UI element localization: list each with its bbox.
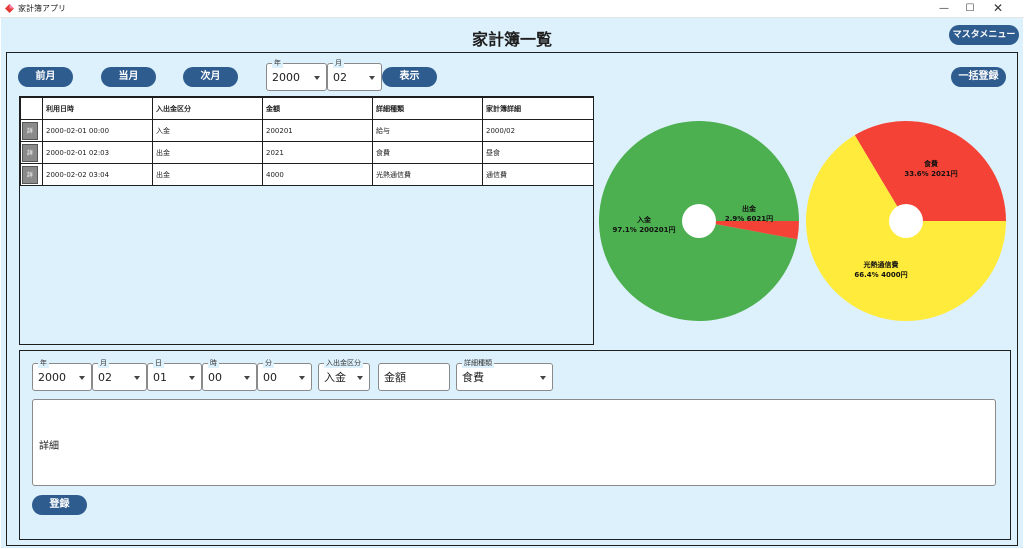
pie-slice-value-label: 66.4% 4000円 <box>854 271 907 279</box>
table-cell: 2000-02-01 00:00 <box>42 119 153 142</box>
month-select[interactable]: 月 02 <box>327 58 382 91</box>
pie-slice-label: 光熱通信費 <box>863 260 899 269</box>
window-titlebar: 家計簿アプリ — ☐ ✕ <box>0 0 1024 18</box>
expense-category-pie-chart: 食費 33.6% 2021円光熱通信費 66.4% 4000円 <box>806 120 1006 321</box>
table-cell: 2000-02-01 02:03 <box>42 141 153 164</box>
form-month-label: 月 <box>98 358 109 368</box>
form-month-select[interactable]: 月 02 <box>92 358 147 391</box>
table-cell: 200201 <box>262 119 373 142</box>
year-select-label: 年 <box>272 58 283 68</box>
table-cell: 2021 <box>262 141 373 164</box>
column-header: 家計簿詳細 <box>482 97 594 120</box>
column-header: 入出金区分 <box>152 97 263 120</box>
pie-center-hole <box>682 204 716 238</box>
pie-slice-value-label: 97.1% 200201円 <box>613 226 676 234</box>
month-select-label: 月 <box>333 58 344 68</box>
register-button[interactable]: 登録 <box>32 495 87 515</box>
next-month-button[interactable]: 次月 <box>183 67 238 87</box>
income-expense-pie-chart: 入金 97.1% 200201円 出金 2.9% 6021円 <box>599 121 799 322</box>
master-menu-button[interactable]: マスタメニュー <box>949 25 1019 45</box>
form-detail-placeholder: 詳細 <box>39 441 59 452</box>
chevron-down-icon <box>314 76 320 80</box>
form-minute-value: 00 <box>263 371 277 384</box>
ledger-table-container: 利用日時 入出金区分 金額 詳細種類 家計簿詳細 詳 2000-02-01 00… <box>19 96 594 345</box>
show-button[interactable]: 表示 <box>382 67 437 87</box>
month-select-value: 02 <box>333 71 347 84</box>
current-month-button[interactable]: 当月 <box>101 67 156 87</box>
form-hour-select[interactable]: 時 00 <box>202 358 257 391</box>
close-button[interactable]: ✕ <box>985 0 1011 17</box>
form-type-label: 入出金区分 <box>324 358 363 368</box>
minimize-button[interactable]: — <box>931 0 957 17</box>
form-detail-input[interactable]: 詳細 <box>32 399 996 486</box>
table-cell: 出金 <box>152 163 263 186</box>
table-cell: 2000-02-02 03:04 <box>42 163 153 186</box>
table-cell: 通信費 <box>482 163 594 186</box>
table-row: 詳 2000-02-01 02:03 出金 2021 食費 昼食 <box>20 141 594 164</box>
bulk-register-button[interactable]: 一括登録 <box>951 67 1006 87</box>
row-detail-button[interactable]: 詳 <box>22 121 38 140</box>
ledger-table: 利用日時 入出金区分 金額 詳細種類 家計簿詳細 詳 2000-02-01 00… <box>20 97 594 186</box>
table-cell: 光熱通信費 <box>372 163 483 186</box>
form-category-select[interactable]: 詳細種類 食費 <box>456 358 553 391</box>
pie-slice-value-label: 33.6% 2021円 <box>904 170 957 178</box>
table-cell: 給与 <box>372 119 483 142</box>
year-select[interactable]: 年 2000 <box>266 58 327 91</box>
form-category-label: 詳細種類 <box>462 358 494 368</box>
chevron-down-icon <box>244 376 250 380</box>
app-client-area: 家計簿一覧 マスタメニュー 前月 当月 次月 年 2000 月 02 表示 一括… <box>1 18 1023 548</box>
form-minute-label: 分 <box>263 358 274 368</box>
form-amount-placeholder: 金額 <box>384 371 406 384</box>
chevron-down-icon <box>79 376 85 380</box>
table-row: 詳 2000-02-02 03:04 出金 4000 光熱通信費 通信費 <box>20 163 594 186</box>
main-frame: 前月 当月 次月 年 2000 月 02 表示 一括登録 利用日時 入出金区分 <box>6 52 1018 546</box>
chevron-down-icon <box>299 376 305 380</box>
form-category-value: 食費 <box>462 371 484 384</box>
app-logo-icon <box>5 4 14 13</box>
pie-slice-label: 出金 <box>742 204 757 213</box>
row-detail-button[interactable]: 詳 <box>22 165 38 184</box>
form-year-value: 2000 <box>38 371 66 384</box>
form-minute-select[interactable]: 分 00 <box>257 358 312 391</box>
pie-center-hole <box>889 204 923 238</box>
form-year-select[interactable]: 年 2000 <box>32 358 92 391</box>
table-cell: 食費 <box>372 141 483 164</box>
row-detail-button[interactable]: 詳 <box>22 143 38 162</box>
column-header <box>20 97 43 120</box>
chevron-down-icon <box>357 376 363 380</box>
form-amount-input[interactable]: 金額 <box>378 363 450 391</box>
entry-form: 年 2000 月 02 日 01 時 00 分 00 入出金区分 入金 金額 詳… <box>19 350 1011 540</box>
page-title: 家計簿一覧 <box>471 30 552 49</box>
pie-slice-label: 入金 <box>636 215 652 224</box>
pie-slice-value-label: 2.9% 6021円 <box>725 215 773 223</box>
form-day-value: 01 <box>153 371 167 384</box>
maximize-button[interactable]: ☐ <box>957 0 983 17</box>
table-cell: 2000/02 <box>482 119 594 142</box>
chevron-down-icon <box>189 376 195 380</box>
table-cell: 出金 <box>152 141 263 164</box>
form-day-select[interactable]: 日 01 <box>147 358 202 391</box>
chevron-down-icon <box>540 376 546 380</box>
table-cell: 昼食 <box>482 141 594 164</box>
table-row: 詳 2000-02-01 00:00 入金 200201 給与 2000/02 <box>20 119 594 142</box>
window-title: 家計簿アプリ <box>18 4 66 13</box>
form-type-value: 入金 <box>324 371 346 384</box>
chevron-down-icon <box>134 376 140 380</box>
year-select-value: 2000 <box>272 71 300 84</box>
column-header: 利用日時 <box>42 97 153 120</box>
form-type-select[interactable]: 入出金区分 入金 <box>318 358 370 391</box>
column-header: 詳細種類 <box>372 97 483 120</box>
table-header-row: 利用日時 入出金区分 金額 詳細種類 家計簿詳細 <box>20 97 594 120</box>
pie-slice-label: 食費 <box>923 159 938 168</box>
column-header: 金額 <box>262 97 373 120</box>
table-cell: 4000 <box>262 163 373 186</box>
form-month-value: 02 <box>98 371 112 384</box>
form-hour-label: 時 <box>208 358 219 368</box>
form-hour-value: 00 <box>208 371 222 384</box>
chevron-down-icon <box>369 76 375 80</box>
prev-month-button[interactable]: 前月 <box>18 67 73 87</box>
form-day-label: 日 <box>153 358 164 368</box>
form-year-label: 年 <box>38 358 49 368</box>
table-cell: 入金 <box>152 119 263 142</box>
